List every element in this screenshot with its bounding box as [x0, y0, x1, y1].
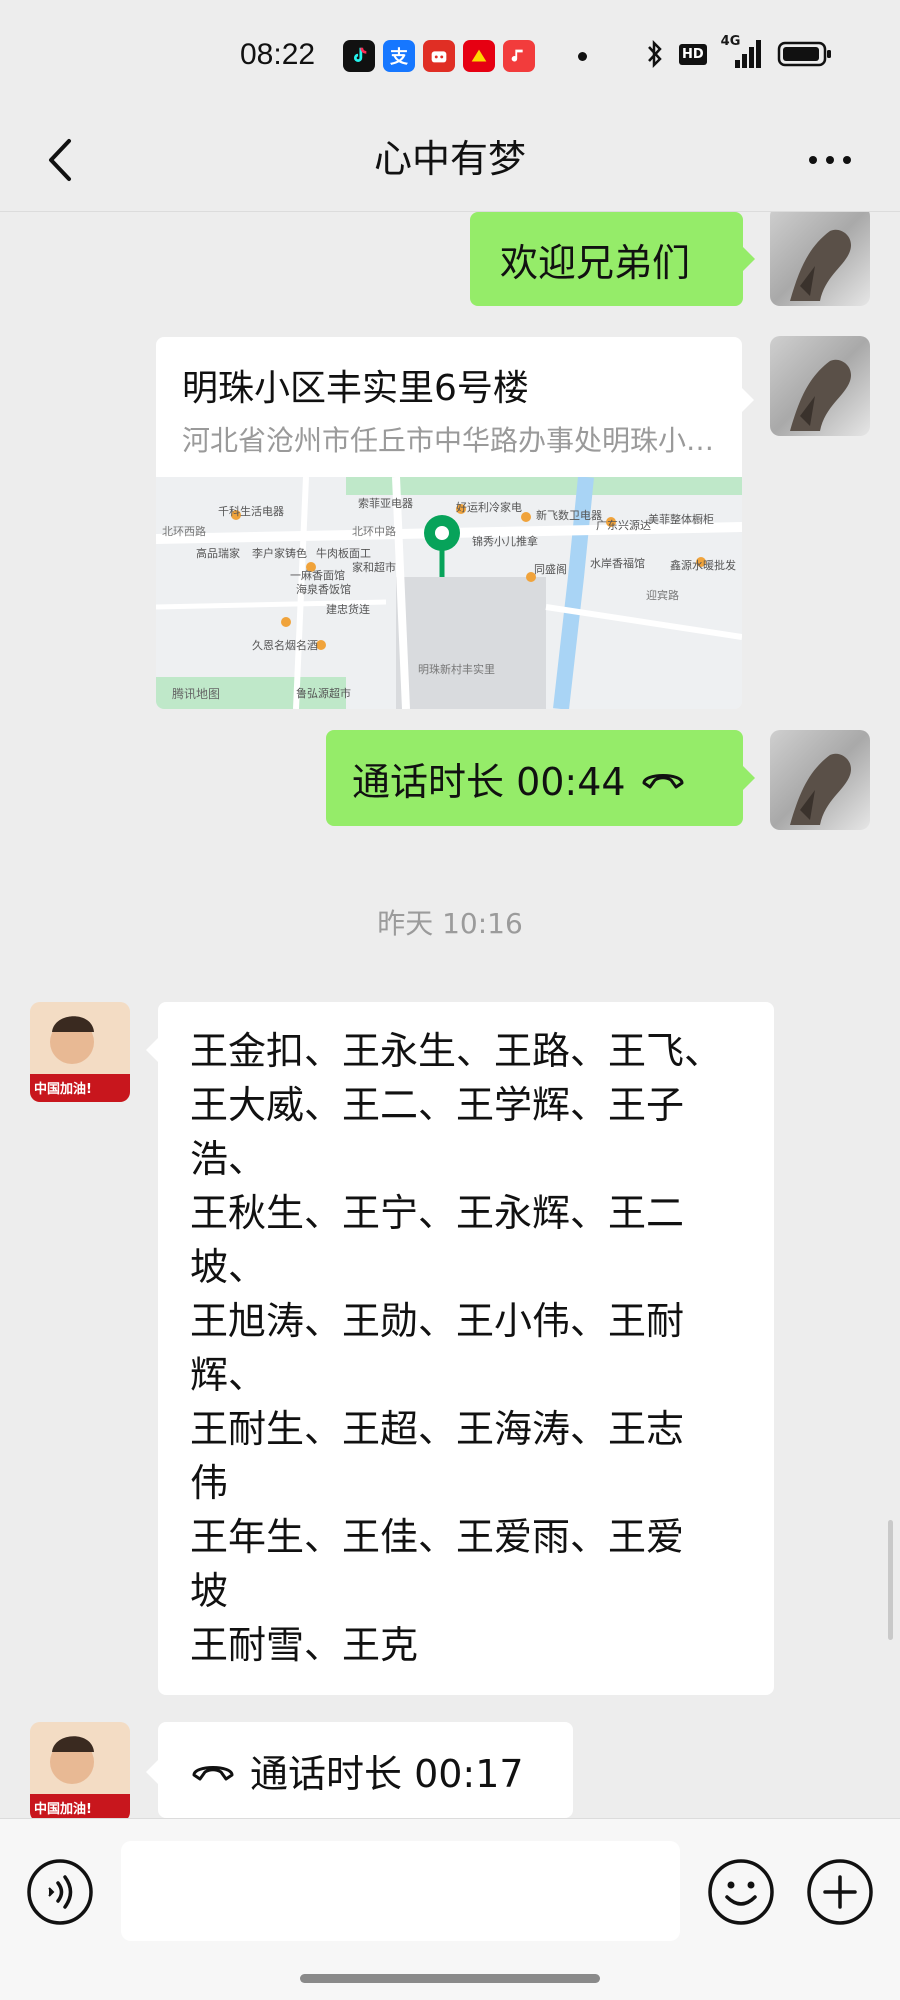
- map-label: 水岸香福馆: [590, 557, 645, 570]
- signal-icon: 4G: [721, 34, 763, 70]
- chat-title: 心中有梦: [373, 137, 526, 181]
- status-time: 08:22: [240, 38, 316, 71]
- chat-header: 心中有梦: [0, 110, 900, 212]
- more-dots-icon: [809, 156, 851, 164]
- map-label: 新飞数卫电器: [536, 509, 602, 522]
- map-label: 建忠货连: [326, 603, 370, 616]
- call-record-other[interactable]: 通话时长 00:17: [158, 1722, 573, 1818]
- names-line: 伟: [190, 1461, 229, 1505]
- home-indicator[interactable]: [300, 1974, 600, 1983]
- map-label: 北环中路: [352, 525, 396, 538]
- location-address: 河北省沧州市任丘市中华路办事处明珠小区丰实里6号楼: [182, 424, 722, 457]
- system-status-icons: HD 4G: [645, 34, 833, 70]
- message-bubble-self[interactable]: 欢迎兄弟们: [470, 212, 743, 306]
- map-label: 鲁弘源超市: [296, 687, 351, 700]
- avatar-other[interactable]: 中国加油!: [30, 1002, 130, 1102]
- message-bubble-other[interactable]: 王金扣、王永生、王路、王飞、 王大威、王二、王学辉、王子 浩、 王秋生、王宁、王…: [158, 1002, 774, 1695]
- names-line: 王大威、王二、王学辉、王子: [190, 1083, 685, 1127]
- map-label: 迎宾路: [646, 589, 679, 602]
- map-label: 明珠新村丰实里: [418, 663, 495, 676]
- names-line: 王旭涛、王勋、王小伟、王耐: [190, 1299, 685, 1343]
- map-label: 海泉香饭馆: [296, 583, 351, 596]
- map-provider-label: 腾讯地图: [172, 687, 221, 701]
- names-line: 浩、: [190, 1137, 267, 1181]
- input-bar: [0, 1818, 900, 2000]
- map-label: 同盛阁: [534, 563, 567, 576]
- music-icon: [503, 40, 535, 72]
- names-line: 坡: [190, 1569, 229, 1613]
- phone-icon: [192, 1766, 234, 1781]
- alipay-icon: 支: [383, 40, 415, 72]
- message-list[interactable]: 欢迎兄弟们 明珠小区丰实里6号楼 河北省沧州市任丘市中华路办事处明珠小区丰实里6…: [0, 212, 900, 1818]
- map-label: 久恩名烟名酒: [252, 639, 318, 652]
- avatar-self[interactable]: [770, 730, 870, 830]
- map-pin-icon: [424, 515, 460, 577]
- map-label: 广东兴源达: [596, 519, 651, 532]
- xuexi-icon: [463, 40, 495, 72]
- map-label: 高品瑞家: [196, 547, 240, 560]
- more-options-button[interactable]: [795, 130, 865, 190]
- phone-icon: [642, 774, 684, 789]
- map-label: 索菲亚电器: [358, 497, 413, 510]
- avatar-self[interactable]: [770, 212, 870, 306]
- voice-icon: [27, 1859, 93, 1925]
- more-functions-button[interactable]: [805, 1857, 875, 1927]
- map-label: 千科生活电器: [218, 505, 284, 518]
- emoji-icon: [708, 1859, 774, 1925]
- message-text: 王金扣、王永生、王路、王飞、 王大威、王二、王学辉、王子 浩、 王秋生、王宁、王…: [190, 1024, 750, 1672]
- bluetooth-icon: [648, 39, 662, 69]
- timestamp-separator: 昨天 10:16: [377, 907, 523, 940]
- more-notifications-dot: [578, 52, 587, 61]
- status-bar: 08:22 支 HD 4G: [0, 0, 900, 110]
- voice-input-button[interactable]: [25, 1857, 95, 1927]
- names-line: 坡、: [190, 1245, 267, 1289]
- avatar-badge-text: 中国加油!: [34, 1082, 92, 1097]
- pinduoduo-icon: [423, 40, 455, 72]
- notification-app-icons: 支: [343, 40, 535, 72]
- map-label: 李户家铸色: [252, 547, 307, 560]
- map-label: 锦秀小儿推拿: [472, 535, 538, 548]
- call-duration-text: 通话时长 00:17: [250, 1751, 524, 1796]
- map-label: 美菲整体橱柜: [648, 513, 714, 526]
- names-line: 王秋生、王宁、王永辉、王二: [190, 1191, 685, 1235]
- avatar-other[interactable]: 中国加油!: [30, 1722, 130, 1818]
- map-label: 鑫源水暖批发: [670, 559, 736, 572]
- message-input[interactable]: [121, 1841, 680, 1941]
- names-line: 王耐生、王超、王海涛、王志: [190, 1407, 685, 1451]
- call-duration-text: 通话时长 00:44: [352, 759, 626, 804]
- names-line: 辉、: [190, 1353, 267, 1397]
- tiktok-icon: [343, 40, 375, 72]
- scrollbar[interactable]: [888, 1520, 893, 1640]
- battery-icon: [777, 41, 831, 67]
- map-label: 家和超市: [352, 561, 396, 574]
- names-line: 王年生、王佳、王爱雨、王爱: [190, 1515, 685, 1559]
- avatar-badge-text: 中国加油!: [34, 1802, 92, 1817]
- message-text: 欢迎兄弟们: [500, 240, 691, 285]
- avatar-self[interactable]: [770, 336, 870, 436]
- names-line: 王金扣、王永生、王路、王飞、: [190, 1029, 723, 1073]
- call-record-self[interactable]: 通话时长 00:44: [326, 730, 743, 826]
- location-map[interactable]: 千科生活电器 索菲亚电器 好运利冷家电 新飞数卫电器 广东兴源达 美菲整体橱柜 …: [156, 477, 742, 709]
- location-title: 明珠小区丰实里6号楼: [182, 368, 529, 409]
- names-line: 王耐雪、王克: [190, 1623, 419, 1667]
- hd-badge: HD: [679, 43, 707, 65]
- map-label: 好运利冷家电: [456, 501, 522, 514]
- plus-icon: [807, 1859, 873, 1925]
- location-card[interactable]: 明珠小区丰实里6号楼 河北省沧州市任丘市中华路办事处明珠小区丰实里6号楼: [156, 337, 742, 709]
- map-label: 北环西路: [162, 525, 206, 538]
- emoji-button[interactable]: [706, 1857, 776, 1927]
